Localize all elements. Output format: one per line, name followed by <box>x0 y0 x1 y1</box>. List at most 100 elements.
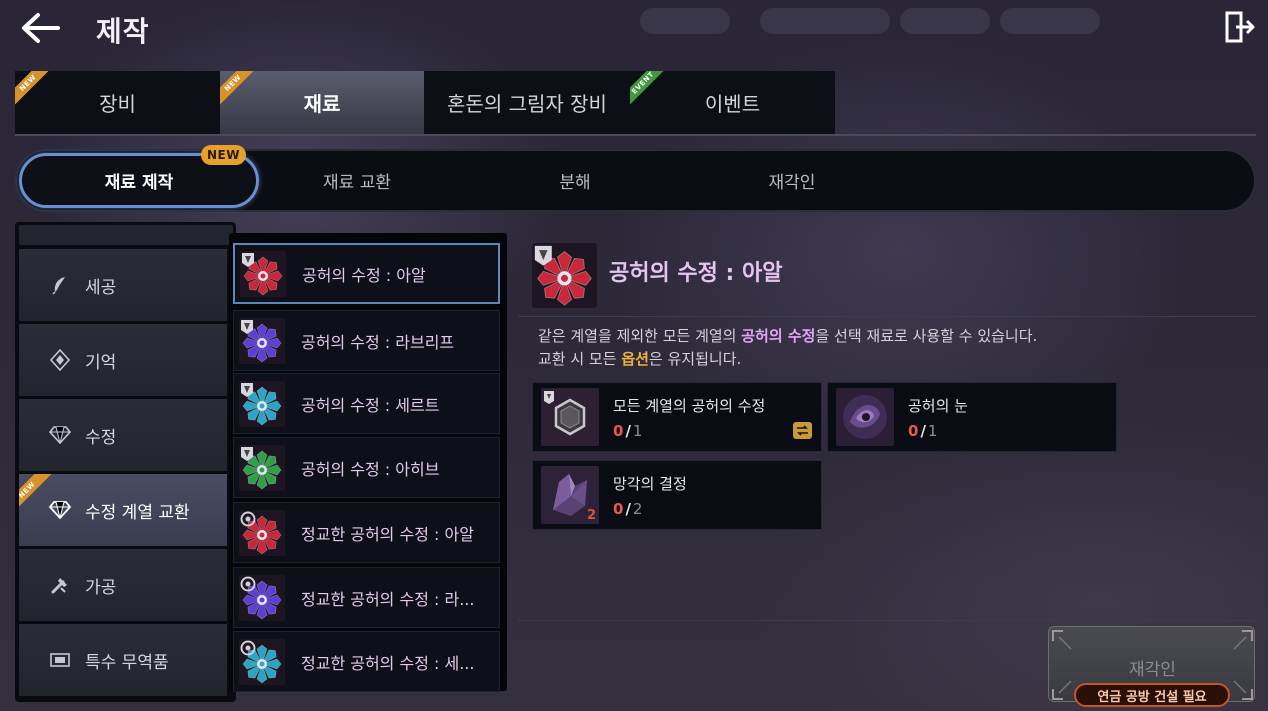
category-memory[interactable]: 기억 <box>19 324 227 396</box>
material-name: 공허의 눈 <box>908 396 968 415</box>
divider <box>15 134 1256 136</box>
void-crystal-icon <box>239 638 285 685</box>
recipe-item[interactable]: 공허의 수정 : 아알 <box>233 243 500 304</box>
swap-icon[interactable] <box>793 422 812 439</box>
recipe-item[interactable]: 정교한 공허의 수정 : 라... <box>233 567 500 628</box>
tab-label: 장비 <box>99 92 136 116</box>
tab-event[interactable]: EVENT 이벤트 <box>630 71 835 134</box>
material-oblivion-crystal[interactable]: 2 망각의 결정 0/2 <box>532 460 822 530</box>
event-ribbon: EVENT <box>630 71 672 112</box>
diamond-frame-icon <box>49 349 71 371</box>
desc-highlight: 공허의 수정 <box>741 327 816 345</box>
category-label: 가공 <box>85 577 117 598</box>
tab-chaos-shadow-equipment[interactable]: 혼돈의 그림자 장비 <box>424 71 630 134</box>
material-count: 0/1 <box>613 422 765 440</box>
material-count: 0/1 <box>908 422 968 440</box>
desc-text: 을 선택 재료로 사용할 수 있습니다. <box>815 327 1038 345</box>
recipe-item[interactable]: 공허의 수정 : 아히브 <box>233 437 500 498</box>
need-count: 2 <box>632 499 643 518</box>
category-label: 수정 <box>85 427 117 448</box>
hexagon-icon <box>541 388 599 446</box>
new-ribbon: NEW <box>220 71 262 112</box>
category-processing[interactable]: 가공 <box>19 549 227 621</box>
have-count: 0 <box>613 421 624 440</box>
slash: / <box>625 421 631 440</box>
recipe-label: 공허의 수정 : 라브리프 <box>301 332 455 352</box>
have-count: 0 <box>908 421 919 440</box>
recipe-label: 공허의 수정 : 세르트 <box>301 395 440 415</box>
divider <box>518 620 1256 621</box>
subtab-dismantle[interactable]: 분해 <box>495 151 655 210</box>
tab-materials[interactable]: NEW 재료 <box>220 71 424 134</box>
recipe-item[interactable]: 공허의 수정 : 세르트 <box>233 373 500 434</box>
blurred-currency <box>1000 8 1100 34</box>
recipe-item[interactable]: 정교한 공허의 수정 : 아알 <box>233 502 500 563</box>
exit-door-icon <box>1225 11 1255 43</box>
new-badge: NEW <box>201 145 246 165</box>
category-label: 세공 <box>85 277 117 298</box>
material-name: 망각의 결정 <box>613 474 687 493</box>
category-special-trade[interactable]: 특수 무역품 <box>19 624 227 696</box>
category-label: 특수 무역품 <box>85 652 169 673</box>
gem-icon <box>49 424 71 446</box>
gem-icon <box>49 499 71 521</box>
material-void-eye[interactable]: 공허의 눈 0/1 <box>827 382 1117 452</box>
void-crystal-icon <box>239 444 285 491</box>
recipe-label: 공허의 수정 : 아히브 <box>301 459 440 479</box>
quantity-badge: 2 <box>586 508 596 523</box>
need-count: 1 <box>632 421 643 440</box>
void-crystal-icon <box>532 243 597 308</box>
recipe-label: 정교한 공허의 수정 : 세... <box>301 653 475 673</box>
void-crystal-icon <box>239 380 285 427</box>
category-scroll-top <box>19 225 233 245</box>
subtab-material-exchange[interactable]: 재료 교환 <box>267 151 447 210</box>
desc-text: 은 유지됩니다. <box>648 350 742 368</box>
category-label: 수정 계열 교환 <box>85 502 190 523</box>
back-button[interactable] <box>18 10 62 46</box>
subtab-reengrave[interactable]: 재각인 <box>712 151 872 210</box>
slash: / <box>920 421 926 440</box>
slash: / <box>625 499 631 518</box>
ticket-icon <box>49 649 71 671</box>
void-crystal-icon <box>239 317 285 364</box>
blurred-currency <box>640 8 730 34</box>
exit-button[interactable] <box>1224 10 1256 44</box>
desc-highlight: 옵션 <box>621 350 649 368</box>
recipe-item[interactable]: 정교한 공허의 수정 : 세... <box>233 631 500 692</box>
main-tabs: NEW 장비 NEW 재료 혼돈의 그림자 장비 EVENT 이벤트 <box>15 71 835 134</box>
divider <box>518 316 1256 317</box>
category-crystal-line-exchange[interactable]: NEW 수정 계열 교환 <box>19 474 227 546</box>
need-count: 1 <box>927 421 938 440</box>
have-count: 0 <box>613 499 624 518</box>
category-carving[interactable]: 세공 <box>19 249 227 321</box>
recipe-label: 정교한 공허의 수정 : 아알 <box>301 524 474 544</box>
recipe-label: 공허의 수정 : 아알 <box>302 265 426 285</box>
recipe-item[interactable]: 공허의 수정 : 라브리프 <box>233 310 500 371</box>
category-crystal[interactable]: 수정 <box>19 399 227 471</box>
arrow-left-icon <box>22 13 60 43</box>
tab-equipment[interactable]: NEW 장비 <box>15 71 220 134</box>
page-title: 제작 <box>96 15 150 48</box>
material-info: 공허의 눈 0/1 <box>908 395 968 440</box>
material-info: 망각의 결정 0/2 <box>613 473 687 518</box>
category-label: 기억 <box>85 352 117 373</box>
desc-text: 같은 계열을 제외한 모든 계열의 <box>538 327 742 345</box>
void-crystal-icon <box>240 250 286 297</box>
description-line-1: 같은 계열을 제외한 모든 계열의 공허의 수정을 선택 재료로 사용할 수 있… <box>538 325 1037 346</box>
void-crystal-icon <box>239 509 285 556</box>
material-count: 0/2 <box>613 500 687 518</box>
item-title: 공허의 수정 : 아알 <box>609 261 783 286</box>
material-any-void-crystal[interactable]: 모든 계열의 공허의 수정 0/1 <box>532 382 822 452</box>
tab-label: 재료 <box>303 92 341 116</box>
void-crystal-icon <box>239 574 285 621</box>
feather-icon <box>49 274 71 296</box>
desc-text: 교환 시 모든 <box>538 350 622 368</box>
button-label: 재각인 <box>1129 660 1176 680</box>
tab-label: 혼돈의 그림자 장비 <box>447 92 607 116</box>
blurred-currency <box>900 8 990 34</box>
new-ribbon: NEW <box>15 71 57 112</box>
material-name: 모든 계열의 공허의 수정 <box>613 396 766 415</box>
requirement-badge: 연금 공방 건설 필요 <box>1074 683 1230 707</box>
material-info: 모든 계열의 공허의 수정 0/1 <box>613 395 765 440</box>
void-eye-icon <box>836 388 894 446</box>
